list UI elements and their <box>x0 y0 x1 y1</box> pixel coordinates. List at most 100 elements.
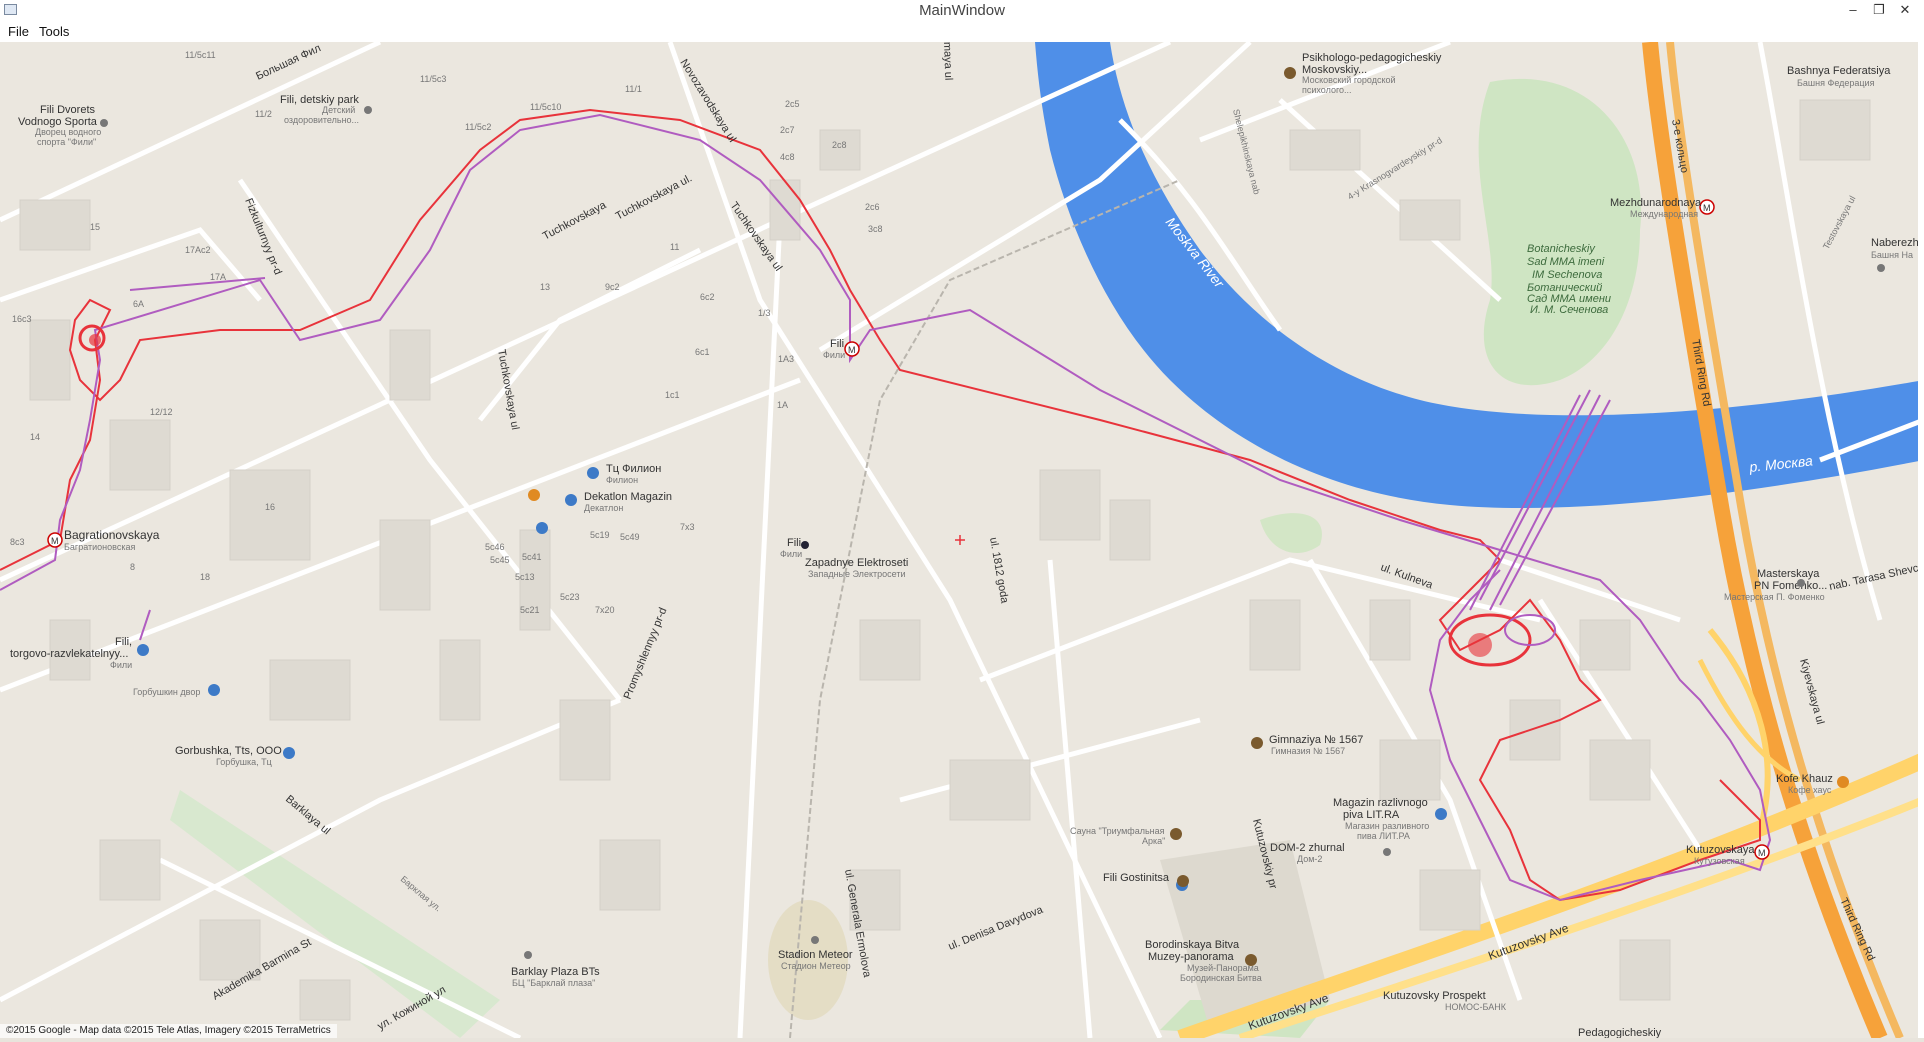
svg-text:15: 15 <box>90 222 100 232</box>
svg-text:Башня На: Башня На <box>1871 250 1913 260</box>
svg-text:13: 13 <box>540 282 550 292</box>
svg-text:14: 14 <box>30 432 40 442</box>
svg-text:5c46: 5c46 <box>485 542 505 552</box>
svg-text:Borodinskaya Bitva: Borodinskaya Bitva <box>1145 939 1240 951</box>
svg-text:Стадион Метеор: Стадион Метеор <box>781 961 851 971</box>
svg-text:Дом-2: Дом-2 <box>1297 854 1322 864</box>
svg-text:8c3: 8c3 <box>10 537 25 547</box>
svg-text:НОМОС-БАНК: НОМОС-БАНК <box>1445 1002 1507 1012</box>
menu-file[interactable]: File <box>4 24 33 39</box>
svg-text:Stadion Meteor: Stadion Meteor <box>778 949 853 961</box>
svg-text:Bagrationovskaya: Bagrationovskaya <box>64 528 160 542</box>
svg-text:3c8: 3c8 <box>868 224 883 234</box>
poi-label: Zapadnye Elektroseti Западные Электросет… <box>805 557 908 579</box>
svg-text:Мастерская П. Фоменко: Мастерская П. Фоменко <box>1724 592 1825 602</box>
svg-text:Фили: Фили <box>110 660 132 670</box>
poi-label: Barklay Plaza BTs БЦ "Барклай плаза" <box>511 966 600 988</box>
minimize-button[interactable]: – <box>1840 0 1866 20</box>
svg-text:12/12: 12/12 <box>150 407 173 417</box>
svg-text:Gimnaziya № 1567: Gimnaziya № 1567 <box>1269 734 1363 746</box>
svg-text:Арка": Арка" <box>1142 836 1165 846</box>
svg-text:5c19: 5c19 <box>590 530 610 540</box>
svg-text:Kutuzovsky Prospekt: Kutuzovsky Prospekt <box>1383 990 1486 1002</box>
right-edge-strip <box>1918 42 1924 1038</box>
svg-text:11/2: 11/2 <box>255 109 272 119</box>
svg-text:8: 8 <box>130 562 135 572</box>
svg-text:M: M <box>1703 203 1711 213</box>
svg-text:Sad MMA imeni: Sad MMA imeni <box>1527 256 1605 268</box>
svg-text:7x3: 7x3 <box>680 522 695 532</box>
svg-text:БЦ "Барклай плаза": БЦ "Барклай плаза" <box>512 978 595 988</box>
svg-text:16c3: 16c3 <box>12 314 32 324</box>
svg-text:5c13: 5c13 <box>515 572 535 582</box>
svg-text:Международная: Международная <box>1630 209 1698 219</box>
title-bar: MainWindow – ❐ ✕ <box>0 0 1924 23</box>
svg-text:DOM-2 zhurnal: DOM-2 zhurnal <box>1270 842 1345 854</box>
svg-text:11/5c2: 11/5c2 <box>465 122 491 132</box>
svg-text:1/3: 1/3 <box>758 308 771 318</box>
map-canvas[interactable]: M M M M Moskva River р. Москва Botaniche… <box>0 42 1924 1038</box>
poi-label: Горбушкин двор <box>133 687 200 697</box>
svg-text:11/5c10: 11/5c10 <box>530 102 561 112</box>
svg-text:Muzey-panorama: Muzey-panorama <box>1148 951 1234 963</box>
svg-text:IM Sechenova: IM Sechenova <box>1532 269 1602 281</box>
map-copyright: ©2015 Google - Map data ©2015 Tele Atlas… <box>0 1024 337 1038</box>
svg-text:Barklay Plaza BTs: Barklay Plaza BTs <box>511 966 600 978</box>
close-button[interactable]: ✕ <box>1892 0 1918 20</box>
svg-text:Zapadnye Elektroseti: Zapadnye Elektroseti <box>805 557 908 569</box>
svg-text:Тц Филион: Тц Филион <box>606 463 661 475</box>
svg-text:Московский городской: Московский городской <box>1302 75 1396 85</box>
svg-text:1A: 1A <box>777 400 788 410</box>
svg-text:11/5c11: 11/5c11 <box>185 50 216 60</box>
svg-text:оздоровительно...: оздоровительно... <box>284 115 359 125</box>
svg-text:психолого...: психолого... <box>1302 85 1352 95</box>
svg-text:18: 18 <box>200 572 210 582</box>
map-view[interactable]: M M M M Moskva River р. Москва Botaniche… <box>0 42 1924 1038</box>
svg-text:1c1: 1c1 <box>665 390 680 400</box>
svg-text:Fili: Fili <box>830 338 844 350</box>
svg-text:5c23: 5c23 <box>560 592 580 602</box>
poi-label: Fili Gostinitsa <box>1103 872 1170 884</box>
svg-text:M: M <box>51 536 59 546</box>
svg-text:2c5: 2c5 <box>785 99 800 109</box>
menu-bar: File Tools <box>0 22 1924 43</box>
svg-text:2c6: 2c6 <box>865 202 880 212</box>
svg-text:5c21: 5c21 <box>520 605 540 615</box>
poi-label: Pedagogicheskiy <box>1578 1027 1662 1038</box>
svg-text:Kofe Khauz: Kofe Khauz <box>1776 773 1833 785</box>
svg-text:2c8: 2c8 <box>832 140 847 150</box>
svg-text:Dekatlon Magazin: Dekatlon Magazin <box>584 491 672 503</box>
svg-text:спорта "Фили": спорта "Фили" <box>37 137 96 147</box>
window-title: MainWindow <box>919 2 1005 19</box>
svg-text:Багратионовская: Багратионовская <box>64 542 135 552</box>
svg-text:Декатлон: Декатлон <box>584 503 623 513</box>
menu-tools[interactable]: Tools <box>35 24 73 39</box>
svg-text:Магазин разливного: Магазин разливного <box>1345 821 1429 831</box>
svg-text:6A: 6A <box>133 299 144 309</box>
svg-text:Gorbushka, Tts, OOO: Gorbushka, Tts, OOO <box>175 745 282 757</box>
svg-text:Кофе хаус: Кофе хаус <box>1788 785 1832 795</box>
svg-text:Fili,: Fili, <box>115 636 132 648</box>
svg-text:4c8: 4c8 <box>780 152 795 162</box>
svg-text:Западные Электросети: Западные Электросети <box>808 569 905 579</box>
svg-text:6c2: 6c2 <box>700 292 715 302</box>
svg-text:M: M <box>1758 848 1766 858</box>
svg-text:torgovo-razvlekatelnyy...: torgovo-razvlekatelnyy... <box>10 648 128 660</box>
svg-text:пива ЛИТ.РА: пива ЛИТ.РА <box>1357 831 1410 841</box>
svg-text:5c41: 5c41 <box>522 552 542 562</box>
svg-text:Fili: Fili <box>787 537 801 549</box>
svg-text:Kutuzovskaya: Kutuzovskaya <box>1686 844 1755 856</box>
maximize-button[interactable]: ❐ <box>1866 0 1892 20</box>
svg-text:17Ac2: 17Ac2 <box>185 245 211 255</box>
svg-text:11/5c3: 11/5c3 <box>420 74 446 84</box>
svg-text:M: M <box>848 345 856 355</box>
svg-text:9c2: 9c2 <box>605 282 620 292</box>
svg-text:Дворец водного: Дворец водного <box>35 127 101 137</box>
svg-text:Fili Dvorets: Fili Dvorets <box>40 104 96 116</box>
svg-text:Сауна "Триумфальная: Сауна "Триумфальная <box>1070 826 1165 836</box>
svg-text:И. М. Сеченова: И. М. Сеченова <box>1530 304 1608 316</box>
svg-text:11: 11 <box>670 242 679 252</box>
svg-text:Magazin razlivnogo: Magazin razlivnogo <box>1333 797 1428 809</box>
svg-text:Psikhologo-pedagogicheskiy: Psikhologo-pedagogicheskiy <box>1302 52 1442 64</box>
svg-text:Гимназия № 1567: Гимназия № 1567 <box>1271 746 1345 756</box>
